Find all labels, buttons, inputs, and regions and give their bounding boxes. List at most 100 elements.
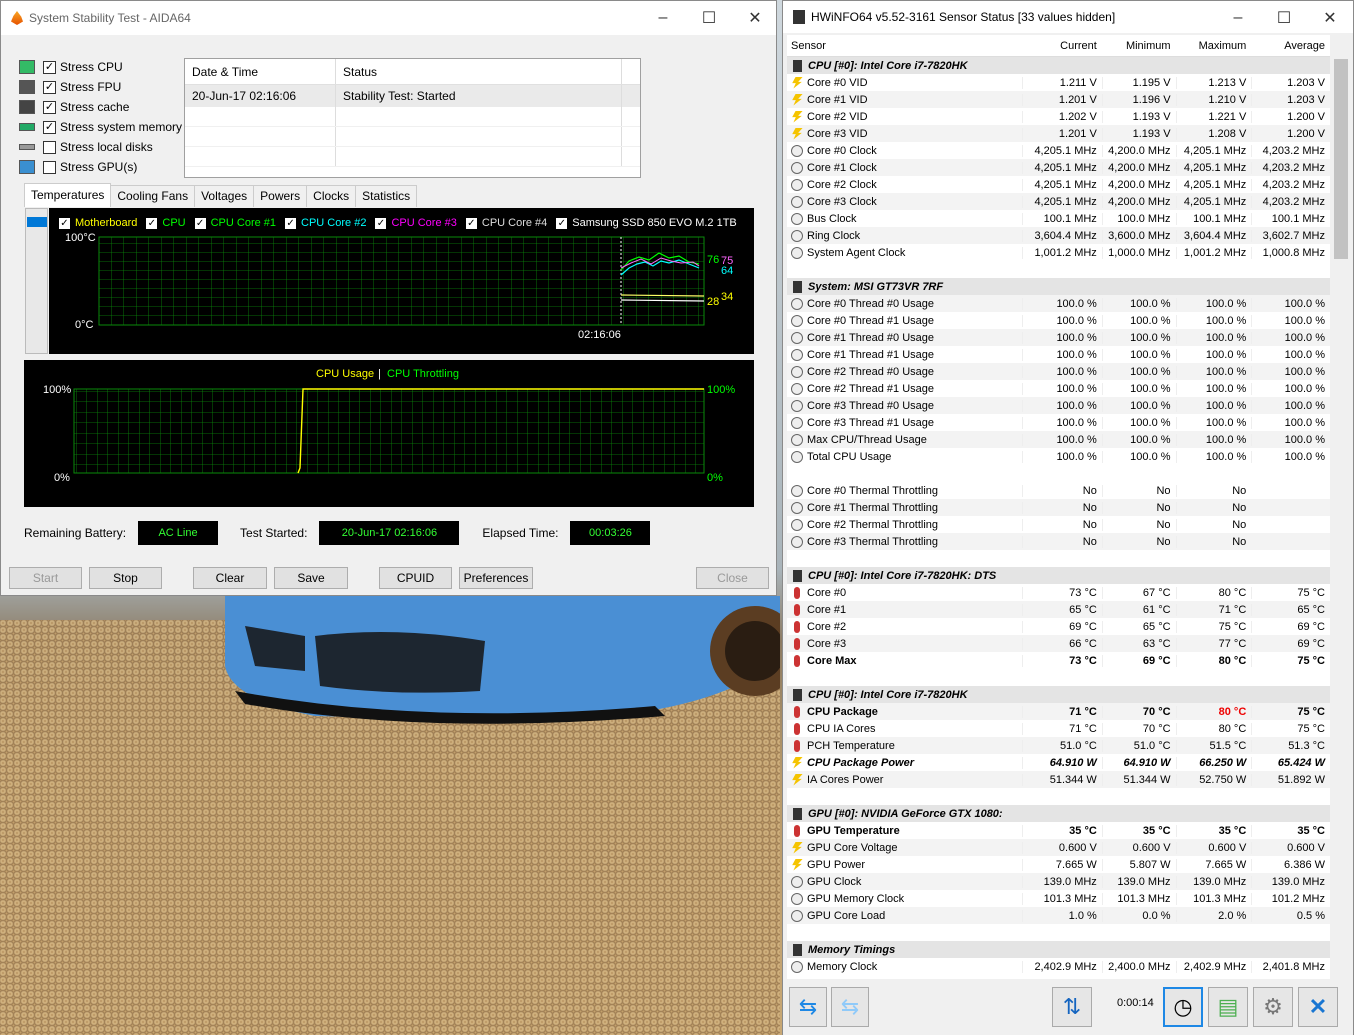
sensor-row[interactable]: PCH Temperature 51.0 °C 51.0 °C 51.5 °C 51.3… [787,737,1330,754]
column-date-time[interactable]: Date & Time [185,59,336,84]
sensor-row[interactable]: Core #2 69 °C 65 °C 75 °C 69 °C [787,618,1330,635]
sensor-row[interactable]: Core Max 73 °C 69 °C 80 °C 75 °C [787,652,1330,669]
sensor-row[interactable]: Core #3 Thread #0 Usage 100.0 % 100.0 % 100… [787,397,1330,414]
stress-cpu-label[interactable]: Stress CPU [60,60,123,74]
stress-cpu-checkbox[interactable]: ✓ [43,60,56,74]
section-header[interactable]: System: MSI GT73VR 7RF [787,278,1330,295]
tab-temperatures[interactable]: Temperatures [24,183,112,207]
close-x-icon[interactable]: ✕ [1298,987,1338,1027]
minimize-button[interactable]: – [640,1,686,35]
test-log-table[interactable]: Date & Time Status 20-Jun-17 02:16:06 St… [184,58,641,178]
column-current[interactable]: Current [1022,35,1102,56]
stress-disks-checkbox[interactable] [43,140,56,154]
sensor-row[interactable]: Core #2 Thread #1 Usage 100.0 % 100.0 % 100… [787,380,1330,397]
hw-minimize-button[interactable]: – [1215,1,1261,35]
sensor-row[interactable]: Core #3 Clock 4,205.1 MHz 4,200.0 MHz 4,205… [787,193,1330,210]
tab-cooling-fans[interactable]: Cooling Fans [110,185,196,207]
stress-memory-label[interactable]: Stress system memory [60,120,182,134]
stress-memory-checkbox[interactable]: ✓ [43,120,56,134]
stress-disks-label[interactable]: Stress local disks [60,140,153,154]
sensor-row[interactable]: Core #1 Thermal Throttling No No No [787,499,1330,516]
sensor-row[interactable]: GPU Temperature 35 °C 35 °C 35 °C 35 °C [787,822,1330,839]
section-header[interactable]: CPU [#0]: Intel Core i7-7820HK: DTS [787,567,1330,584]
sensor-row[interactable]: Core #3 66 °C 63 °C 77 °C 69 °C [787,635,1330,652]
tab-statistics[interactable]: Statistics [355,185,418,207]
sensor-row[interactable]: Core #1 VID 1.201 V 1.196 V 1.210 V 1.203 V [787,91,1330,108]
stop-button[interactable]: Stop [89,567,162,589]
start-button[interactable]: Start [9,567,82,589]
network-icon[interactable]: ⇅ [1052,987,1092,1027]
nav-arrows-icon[interactable]: ⇆ [789,987,827,1027]
sensor-row[interactable]: Core #2 Thread #0 Usage 100.0 % 100.0 % 100… [787,363,1330,380]
column-maximum[interactable]: Maximum [1176,35,1252,56]
preferences-button[interactable]: Preferences [459,567,533,589]
nav-arrows-disabled-icon[interactable]: ⇆ [831,987,869,1027]
add-report-icon[interactable]: ▤ [1208,987,1248,1027]
sensor-row[interactable]: GPU Memory Clock 101.3 MHz 101.3 MHz 101.3 … [787,890,1330,907]
column-sensor[interactable]: Sensor [787,35,1022,56]
sensor-row[interactable]: CPU IA Cores 71 °C 70 °C 80 °C 75 °C [787,720,1330,737]
maximize-button[interactable]: ☐ [686,1,732,35]
sensor-row[interactable]: System Agent Clock 1,001.2 MHz 1,000.0 MHz… [787,244,1330,261]
sensor-scrollbar[interactable] [1332,35,1350,979]
tab-voltages[interactable]: Voltages [194,185,255,207]
cpuid-button[interactable]: CPUID [379,567,452,589]
scroll-thumb[interactable] [27,217,47,227]
table-row[interactable]: 20-Jun-17 02:16:06 Stability Test: Start… [185,85,640,107]
stress-fpu-checkbox[interactable]: ✓ [43,80,56,94]
sensor-row[interactable]: Core #3 Thermal Throttling No No No [787,533,1330,550]
settings-gear-icon[interactable]: ⚙ [1253,987,1293,1027]
sensor-row[interactable]: GPU Core Voltage 0.600 V 0.600 V 0.600 V 0.6… [787,839,1330,856]
sensor-row[interactable]: GPU Core Load 1.0 % 0.0 % 2.0 % 0.5 % [787,907,1330,924]
hwinfo-titlebar[interactable]: HWiNFO64 v5.52-3161 Sensor Status [33 va… [783,1,1353,33]
tab-clocks[interactable]: Clocks [306,185,357,207]
stress-cache-checkbox[interactable]: ✓ [43,100,56,114]
sensor-list[interactable]: CPU [#0]: Intel Core i7-7820HK Core #0 VI… [787,57,1330,979]
stress-gpu-label[interactable]: Stress GPU(s) [60,160,137,174]
sensor-row[interactable]: Core #2 VID 1.202 V 1.193 V 1.221 V 1.200 V [787,108,1330,125]
hw-close-window-button[interactable]: ✕ [1307,1,1353,35]
sensor-row[interactable]: IA Cores Power 51.344 W 51.344 W 52.750 W 51… [787,771,1330,788]
sensor-row[interactable]: Core #3 VID 1.201 V 1.193 V 1.208 V 1.200 V [787,125,1330,142]
clock-icon[interactable]: ◷ [1163,987,1203,1027]
close-button[interactable]: Close [696,567,769,589]
section-header[interactable]: CPU [#0]: Intel Core i7-7820HK [787,57,1330,74]
section-header[interactable]: GPU [#0]: NVIDIA GeForce GTX 1080: [787,805,1330,822]
close-window-button[interactable]: ✕ [732,1,778,35]
sensor-row[interactable]: Core #1 65 °C 61 °C 71 °C 65 °C [787,601,1330,618]
graph-scrollbar[interactable] [25,208,48,354]
sensor-row[interactable]: Core #1 Thread #1 Usage 100.0 % 100.0 % 100… [787,346,1330,363]
sensor-row[interactable]: Core #1 Thread #0 Usage 100.0 % 100.0 % 100… [787,329,1330,346]
tab-powers[interactable]: Powers [253,185,308,207]
stress-cache-label[interactable]: Stress cache [60,100,129,114]
sensor-row[interactable]: GPU Power 7.665 W 5.807 W 7.665 W 6.386 W [787,856,1330,873]
sensor-row[interactable]: Total CPU Usage 100.0 % 100.0 % 100.0 % 100.… [787,448,1330,465]
column-minimum[interactable]: Minimum [1102,35,1176,56]
sensor-row[interactable]: Core #2 Clock 4,205.1 MHz 4,200.0 MHz 4,205… [787,176,1330,193]
sensor-row[interactable]: Core #0 VID 1.211 V 1.195 V 1.213 V 1.203 V [787,74,1330,91]
sensor-row[interactable]: Core #1 Clock 4,205.1 MHz 4,200.0 MHz 4,205… [787,159,1330,176]
sensor-row[interactable]: Core #0 Thermal Throttling No No No [787,482,1330,499]
hw-maximize-button[interactable]: ☐ [1261,1,1307,35]
sensor-row[interactable]: Core #0 Thread #1 Usage 100.0 % 100.0 % 100… [787,312,1330,329]
sensor-row[interactable]: CPU Package Power 64.910 W 64.910 W 66.250 … [787,754,1330,771]
scroll-thumb[interactable] [1334,59,1348,259]
sensor-row[interactable]: Ring Clock 3,604.4 MHz 3,600.0 MHz 3,604.4 … [787,227,1330,244]
sensor-row[interactable]: Max CPU/Thread Usage 100.0 % 100.0 % 100.0 … [787,431,1330,448]
sensor-row[interactable]: Core #2 Thermal Throttling No No No [787,516,1330,533]
sensor-row[interactable]: Core #3 Thread #1 Usage 100.0 % 100.0 % 100… [787,414,1330,431]
aida-titlebar[interactable]: System Stability Test - AIDA64 – ☐ ✕ [1,1,776,35]
stress-gpu-checkbox[interactable] [43,160,56,174]
sensor-row[interactable]: Core #0 Thread #0 Usage 100.0 % 100.0 % 100… [787,295,1330,312]
sensor-row[interactable]: Bus Clock 100.1 MHz 100.0 MHz 100.1 MHz 100.… [787,210,1330,227]
sensor-row[interactable]: Memory Clock 2,402.9 MHz 2,400.0 MHz 2,402.… [787,958,1330,975]
column-status[interactable]: Status [336,59,622,84]
section-header[interactable]: CPU [#0]: Intel Core i7-7820HK [787,686,1330,703]
section-header[interactable]: Memory Timings [787,941,1330,958]
clear-button[interactable]: Clear [193,567,267,589]
sensor-row[interactable]: GPU Clock 139.0 MHz 139.0 MHz 139.0 MHz 139.… [787,873,1330,890]
sensor-row[interactable]: CPU Package 71 °C 70 °C 80 °C 75 °C [787,703,1330,720]
sensor-row[interactable]: Core #0 Clock 4,205.1 MHz 4,200.0 MHz 4,205… [787,142,1330,159]
sensor-row[interactable]: Core #0 73 °C 67 °C 80 °C 75 °C [787,584,1330,601]
save-button[interactable]: Save [274,567,348,589]
